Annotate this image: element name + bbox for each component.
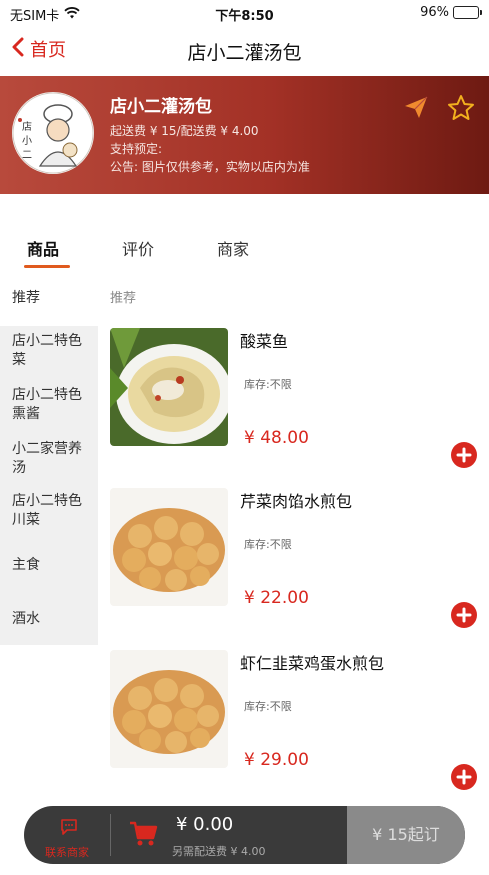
contact-merchant-button[interactable]: 联系商家 bbox=[24, 806, 110, 864]
svg-text:店: 店 bbox=[22, 120, 32, 133]
add-to-cart-button[interactable] bbox=[451, 764, 477, 790]
shopping-cart-icon[interactable] bbox=[128, 820, 158, 852]
delivery-fee-note: 另需配送费 ¥ 4.00 bbox=[172, 845, 266, 858]
tab-merchant[interactable]: 商家 bbox=[217, 236, 249, 260]
battery-status: 96% bbox=[420, 5, 482, 20]
tab-bar: 商品 评价 商家 bbox=[0, 222, 489, 272]
sidebar-item-drinks[interactable]: 酒水 bbox=[0, 610, 98, 629]
tab-reviews[interactable]: 评价 bbox=[122, 236, 154, 260]
checkout-button[interactable]: ¥ 15起订 bbox=[347, 806, 465, 864]
sidebar-item-label: 主食 bbox=[12, 557, 40, 573]
sidebar-item-label: 推荐 bbox=[12, 290, 40, 306]
tab-products[interactable]: 商品 bbox=[27, 236, 59, 260]
product-name: 芹菜肉馅水煎包 bbox=[240, 492, 353, 511]
plus-circle-icon bbox=[451, 764, 477, 790]
product-stock: 库存:不限 bbox=[244, 700, 292, 713]
status-bar: 无SIM卡 下午8:50 96% bbox=[0, 0, 489, 26]
sidebar-item-staple[interactable]: 主食 bbox=[0, 556, 98, 575]
category-sidebar: 推荐 店小二特色菜 店小二特色熏酱 小二家营养汤 店小二特色川菜 主食 酒水 bbox=[0, 272, 98, 645]
product-price: ¥ 29.00 bbox=[244, 750, 309, 770]
add-to-cart-button[interactable] bbox=[451, 442, 477, 468]
share-send-icon[interactable] bbox=[403, 94, 429, 126]
cart-total: ¥ 0.00 bbox=[176, 814, 234, 835]
shop-header: 店 小 二 店小二灌汤包 起送费 ¥ 15/配送费 ¥ 4.00 支持预定: 公… bbox=[0, 76, 489, 194]
sidebar-item-label: 店小二特色川菜 bbox=[12, 493, 82, 528]
status-time: 下午8:50 bbox=[215, 9, 274, 24]
product-name: 虾仁韭菜鸡蛋水煎包 bbox=[240, 654, 385, 673]
product-item[interactable]: 虾仁韭菜鸡蛋水煎包 库存:不限 ¥ 29.00 bbox=[98, 650, 489, 810]
shop-notice: 公告: 图片仅供参考，实物以店内为准 bbox=[110, 160, 310, 174]
sidebar-item-label: 店小二特色菜 bbox=[12, 333, 82, 368]
product-price: ¥ 22.00 bbox=[244, 588, 309, 608]
cart-divider bbox=[110, 814, 111, 856]
svg-text:二: 二 bbox=[22, 150, 32, 161]
shop-logo: 店 小 二 bbox=[12, 92, 94, 174]
product-image-pickled-fish[interactable] bbox=[110, 328, 228, 446]
product-image-pan-fried-buns[interactable] bbox=[110, 650, 228, 768]
contact-merchant-label: 联系商家 bbox=[45, 846, 89, 859]
shop-name: 店小二灌汤包 bbox=[110, 97, 212, 117]
chat-bubble-icon bbox=[60, 818, 78, 840]
sidebar-item-recommend[interactable]: 推荐 bbox=[0, 272, 98, 326]
sidebar-item-label: 酒水 bbox=[12, 611, 40, 627]
product-price: ¥ 48.00 bbox=[244, 428, 309, 448]
plus-circle-icon bbox=[451, 442, 477, 468]
product-item[interactable]: 酸菜鱼 库存:不限 ¥ 48.00 bbox=[98, 328, 489, 488]
delivery-fee-info: 起送费 ¥ 15/配送费 ¥ 4.00 bbox=[110, 124, 259, 138]
category-header: 推荐 bbox=[110, 291, 137, 306]
product-stock: 库存:不限 bbox=[244, 538, 292, 551]
sidebar-item-specialty[interactable]: 店小二特色菜 bbox=[0, 332, 98, 370]
nav-bar: 首页 店小二灌汤包 bbox=[0, 26, 489, 76]
add-to-cart-button[interactable] bbox=[451, 602, 477, 628]
svg-text:小: 小 bbox=[22, 135, 32, 147]
plus-circle-icon bbox=[451, 602, 477, 628]
favorite-star-icon[interactable] bbox=[447, 94, 475, 126]
sidebar-item-smoked[interactable]: 店小二特色熏酱 bbox=[0, 386, 98, 424]
battery-percent: 96% bbox=[420, 5, 449, 20]
active-tab-indicator bbox=[24, 265, 70, 268]
product-stock: 库存:不限 bbox=[244, 378, 292, 391]
sidebar-item-label: 店小二特色熏酱 bbox=[12, 387, 82, 422]
sidebar-item-sichuan[interactable]: 店小二特色川菜 bbox=[0, 492, 98, 530]
sidebar-item-label: 小二家营养汤 bbox=[12, 441, 82, 476]
preorder-info: 支持预定: bbox=[110, 142, 163, 156]
product-name: 酸菜鱼 bbox=[240, 332, 289, 351]
product-item[interactable]: 芹菜肉馅水煎包 库存:不限 ¥ 22.00 bbox=[98, 488, 489, 648]
sidebar-item-soup[interactable]: 小二家营养汤 bbox=[0, 440, 98, 478]
battery-icon bbox=[453, 6, 482, 19]
cart-bar: 联系商家 ¥ 0.00 另需配送费 ¥ 4.00 ¥ 15起订 bbox=[24, 806, 465, 864]
shop-actions bbox=[403, 94, 475, 126]
product-image-pan-fried-buns[interactable] bbox=[110, 488, 228, 606]
page-title: 店小二灌汤包 bbox=[187, 42, 302, 64]
